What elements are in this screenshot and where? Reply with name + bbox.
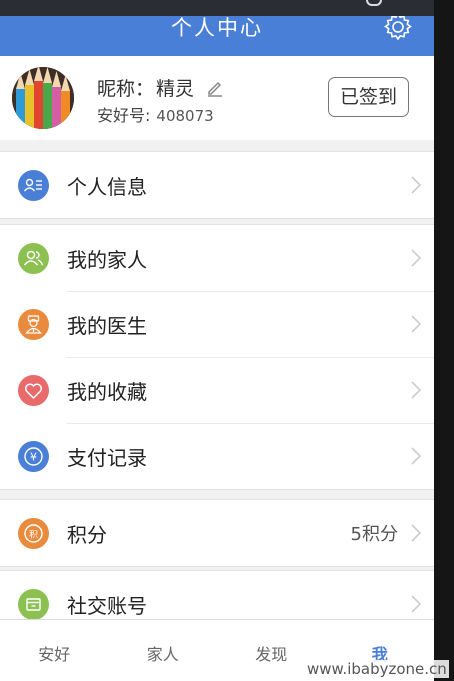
tab-anhao[interactable]: 安好: [0, 620, 109, 681]
heart-icon: [18, 374, 49, 406]
checked-in-button[interactable]: 已签到: [328, 77, 409, 117]
menu-item-label: 积分: [67, 522, 107, 547]
pencil-icon[interactable]: [206, 79, 224, 97]
menu-group-info: 个人信息: [0, 151, 434, 219]
status-indicator-icon: [366, 0, 382, 6]
chevron-right-icon: [411, 315, 422, 333]
menu-item-label: 我的家人: [67, 247, 147, 272]
nickname-row: 昵称： 精灵: [97, 74, 224, 101]
chevron-right-icon: [411, 595, 422, 613]
avatar[interactable]: [12, 67, 74, 129]
nickname-value: 精灵: [156, 78, 195, 100]
page-title: 个人中心: [171, 16, 263, 40]
account-id-label: 安好号:: [97, 106, 151, 125]
chevron-right-icon: [411, 249, 422, 267]
menu-item-label: 社交账号: [67, 593, 147, 618]
nickname-label: 昵称：: [97, 78, 155, 100]
screen-edge: [434, 0, 454, 681]
menu-item-points[interactable]: 积 积分 5积分: [0, 500, 434, 566]
svg-text:积: 积: [29, 528, 38, 540]
menu-item-family[interactable]: 我的家人: [0, 225, 434, 291]
menu-item-label: 我的医生: [67, 313, 147, 338]
people-icon: [18, 242, 49, 274]
yen-icon: ¥: [18, 440, 49, 472]
doctor-icon: [18, 308, 49, 340]
points-icon: 积: [18, 517, 49, 549]
profile-card[interactable]: 昵称： 精灵 安好号: 408073 已签到: [0, 56, 434, 140]
status-bar: [0, 0, 454, 16]
app-screen: 个人中心 昵称： 精灵 安好号: 408073 已签到 个人信息 我的家人 我的…: [0, 0, 434, 681]
account-id-row: 安好号: 408073: [97, 102, 214, 126]
menu-item-label: 个人信息: [67, 174, 147, 199]
menu-group-main: 我的家人 我的医生 我的收藏 ¥ 支付记录: [0, 224, 434, 490]
chevron-right-icon: [411, 381, 422, 399]
id-card-icon: [18, 169, 49, 201]
tab-family[interactable]: 家人: [109, 620, 218, 681]
menu-item-doctor[interactable]: 我的医生: [0, 291, 434, 357]
chevron-right-icon: [411, 524, 422, 542]
menu-item-favorites[interactable]: 我的收藏: [0, 357, 434, 423]
points-value: 5积分: [350, 524, 398, 545]
chevron-right-icon: [411, 176, 422, 194]
menu-item-label: 支付记录: [67, 445, 147, 470]
folder-icon: [18, 588, 49, 620]
svg-text:¥: ¥: [30, 450, 37, 463]
menu-group-points: 积 积分 5积分: [0, 499, 434, 567]
menu-item-payments[interactable]: ¥ 支付记录: [0, 423, 434, 489]
chevron-right-icon: [411, 447, 422, 465]
account-id-value: 408073: [156, 107, 214, 125]
menu-item-personal-info[interactable]: 个人信息: [0, 152, 434, 218]
menu-item-label: 我的收藏: [67, 379, 147, 404]
watermark: www.ibabyzone.cn: [305, 660, 449, 678]
